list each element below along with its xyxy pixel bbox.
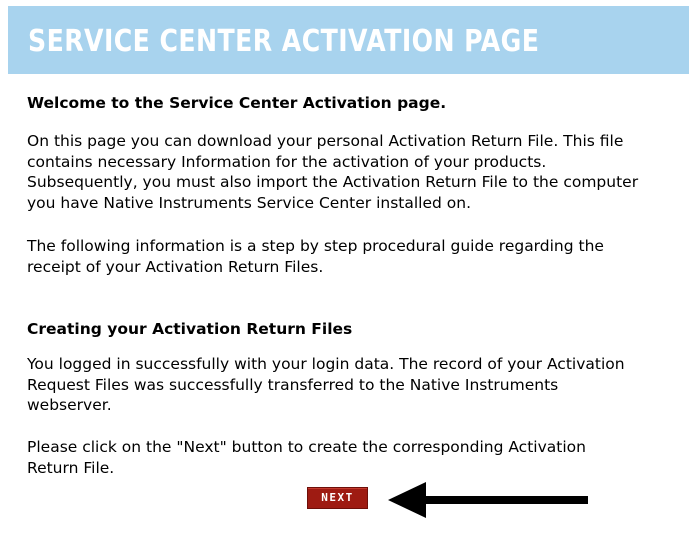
welcome-heading: Welcome to the Service Center Activation… [27,94,447,112]
guide-paragraph: The following information is a step by s… [27,237,604,276]
intro-paragraph: On this page you can download your perso… [27,132,639,212]
login-success-paragraph: You logged in successfully with your log… [27,355,625,414]
page-title: SERVICE CENTER ACTIVATION PAGE [28,24,540,59]
instruction-paragraph: Please click on the "Next" button to cre… [27,438,586,477]
creating-heading: Creating your Activation Return Files [27,320,353,338]
header-banner: SERVICE CENTER ACTIVATION PAGE [8,6,689,74]
left-arrow-icon [388,482,588,518]
next-button[interactable]: NEXT [307,487,368,509]
